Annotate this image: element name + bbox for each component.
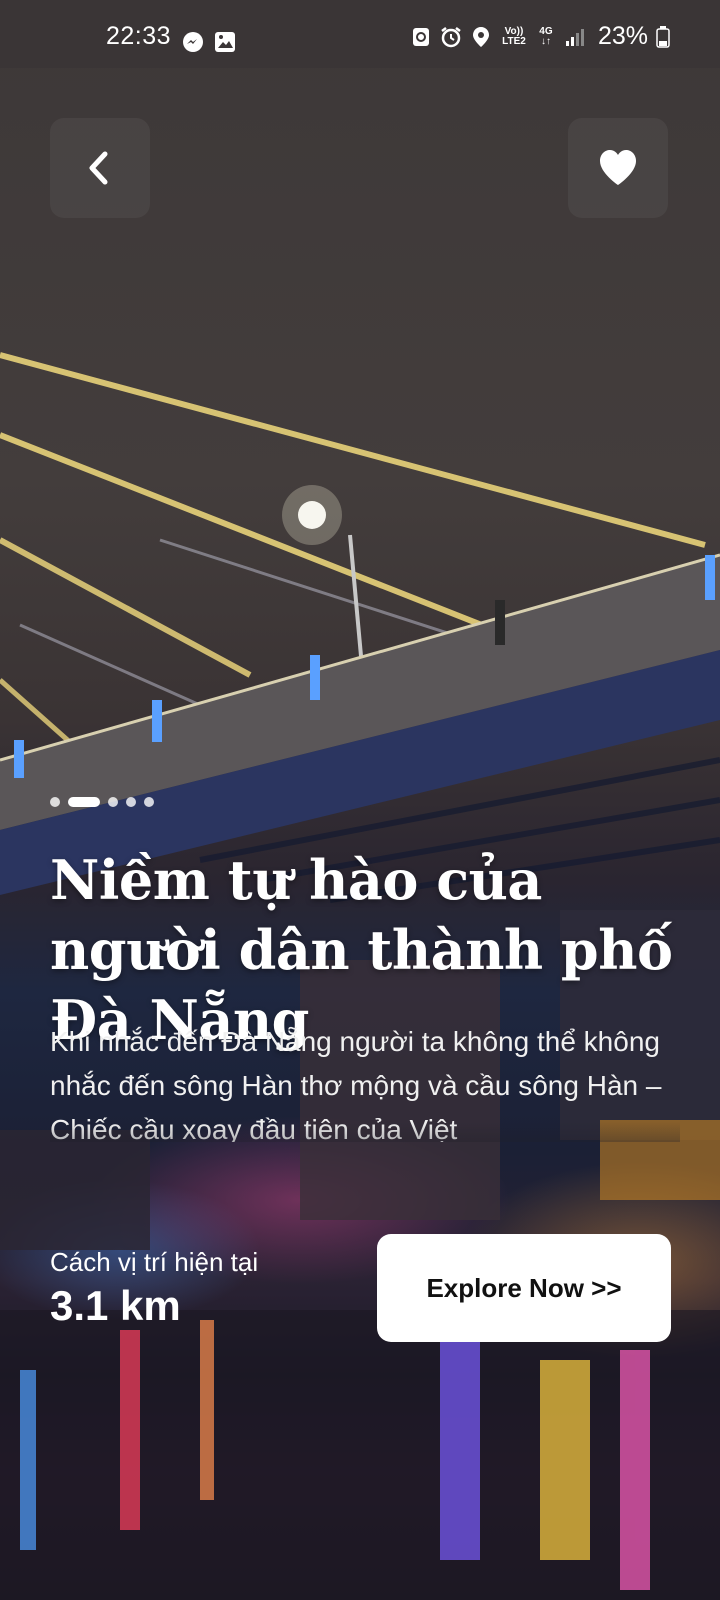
place-description: Khi nhắc đến Đà Nẵng người ta không thể … <box>50 1020 680 1142</box>
distance-label: Cách vị trí hiện tại <box>50 1247 259 1277</box>
status-bar: 22:33 Vo)) LTE2 4G ↓↑ 23% <box>0 0 720 68</box>
carousel-dot-4[interactable] <box>126 797 136 807</box>
favorite-button[interactable] <box>568 118 668 218</box>
carousel-dot-2-active[interactable] <box>68 797 100 807</box>
battery-percent: 23% <box>597 22 648 50</box>
notification-icons <box>182 31 236 53</box>
distance-value: 3.1 km <box>50 1282 181 1329</box>
messenger-icon <box>183 32 203 52</box>
carousel-dot-5[interactable] <box>144 797 154 807</box>
signal-icon <box>565 28 584 46</box>
system-status-icons: Vo)) LTE2 4G ↓↑ 23% <box>410 22 670 51</box>
explore-now-label: Explore Now >> <box>426 1272 622 1303</box>
recycle-icon <box>412 27 429 46</box>
alarm-icon <box>441 26 461 47</box>
carousel-dot-1[interactable] <box>50 797 60 807</box>
status-time: 22:33 <box>106 22 172 50</box>
location-icon <box>472 26 489 47</box>
carousel-indicator <box>50 797 154 807</box>
back-button[interactable] <box>50 118 150 218</box>
battery-icon <box>656 25 670 48</box>
gallery-icon <box>215 32 235 52</box>
heart-icon <box>600 150 636 185</box>
chevron-left-icon <box>89 151 108 185</box>
explore-now-button[interactable]: Explore Now >> <box>377 1234 671 1342</box>
carousel-dot-3[interactable] <box>108 797 118 807</box>
4g-icon: 4G ↓↑ <box>539 25 553 47</box>
volte-icon: Vo)) LTE2 <box>502 25 526 47</box>
